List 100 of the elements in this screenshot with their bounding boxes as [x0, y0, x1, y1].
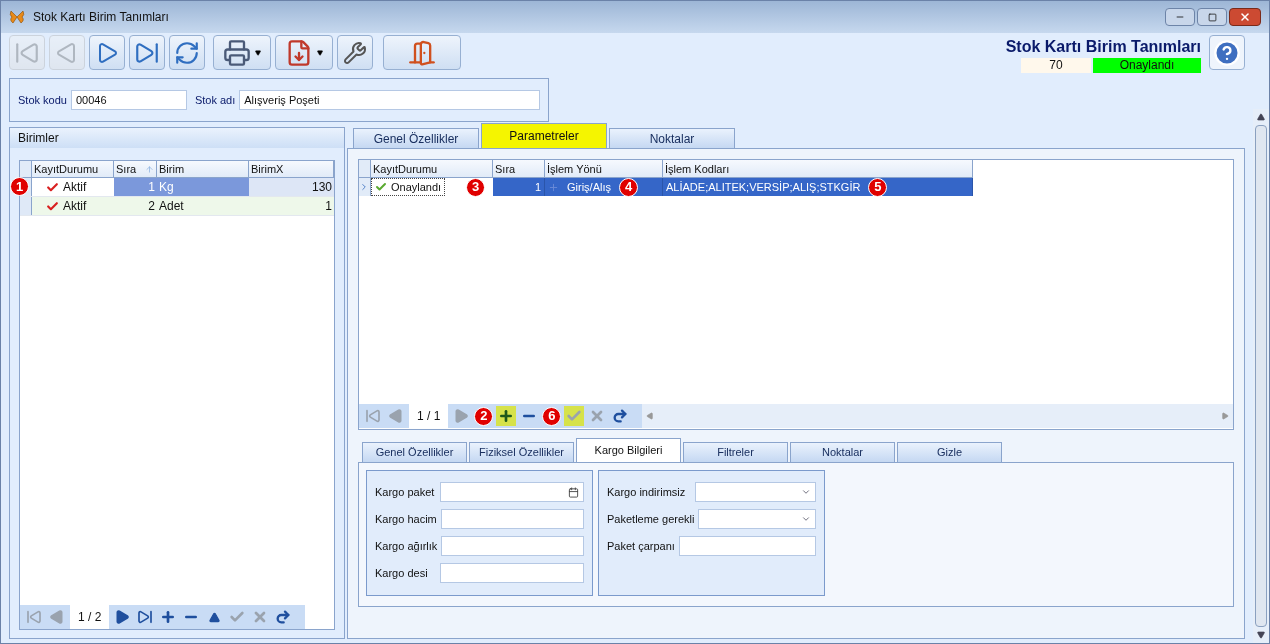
- column-header[interactable]: BirimX: [249, 161, 334, 177]
- table-cell-text: Giriş/Alış: [567, 179, 611, 195]
- table-cell-text: ALİADE;ALITEK;VERSİP;ALIŞ;STKGİR: [666, 179, 861, 195]
- printer-icon: [223, 38, 251, 67]
- tab[interactable]: Noktalar: [609, 128, 735, 148]
- check-icon: [46, 199, 59, 213]
- toolbar-button[interactable]: [129, 35, 165, 70]
- page-indicator: 1 / 2: [70, 605, 110, 629]
- scroll-down-icon: [1257, 631, 1265, 639]
- caret-icon: [317, 49, 323, 56]
- toolbar-button[interactable]: [275, 35, 333, 70]
- redo-icon: [612, 408, 629, 424]
- maximize-icon: [1207, 12, 1217, 22]
- input-field[interactable]: [440, 509, 584, 529]
- wrench-icon: [343, 40, 367, 65]
- tab[interactable]: Parametreler: [481, 123, 607, 148]
- toolbar-button[interactable]: [213, 35, 271, 70]
- field-label: Kargo desi: [375, 565, 428, 581]
- tab[interactable]: Fiziksel Özellikler: [469, 442, 574, 462]
- status-label: Onaylandı: [1093, 58, 1201, 73]
- table-cell-text: 1: [534, 179, 541, 195]
- field-label: Kargo hacim: [375, 511, 437, 527]
- column-header[interactable]: Sıra: [493, 160, 545, 178]
- scroll-right-icon: [1221, 412, 1229, 420]
- field-label: Stok kodu: [18, 92, 67, 108]
- tab[interactable]: Gizle: [897, 442, 1002, 462]
- dropdown-field[interactable]: [695, 482, 816, 502]
- first-icon: [365, 408, 381, 424]
- tab[interactable]: Noktalar: [790, 442, 895, 462]
- check-icon: [566, 408, 583, 424]
- navigator-button[interactable]: [496, 406, 517, 426]
- record-number: 70: [1021, 58, 1091, 73]
- input-field[interactable]: Alışveriş Poşeti: [239, 90, 540, 110]
- input-field[interactable]: 00046: [70, 90, 187, 110]
- field-label: Kargo ağırlık: [375, 538, 438, 554]
- check-icon: [229, 609, 246, 625]
- next-icon: [453, 408, 470, 424]
- up-icon: [208, 611, 220, 623]
- column-header[interactable]: KayıtDurumu: [371, 160, 493, 178]
- table-cell: Aktif: [32, 178, 114, 196]
- column-header[interactable]: İşlem Yönü: [545, 160, 663, 178]
- toolbar-button[interactable]: [337, 35, 373, 70]
- dropdown-field[interactable]: [698, 509, 816, 529]
- previous-icon: [388, 408, 404, 424]
- check-icon: [46, 180, 59, 194]
- tab[interactable]: Genel Özellikler: [353, 128, 479, 148]
- input-field[interactable]: [678, 536, 816, 556]
- previous-icon: [49, 609, 65, 625]
- grid-row[interactable]: Aktif 2 Adet 1: [20, 197, 334, 216]
- caret-icon: [801, 514, 811, 524]
- column-header[interactable]: Sıra: [114, 161, 157, 177]
- input-field[interactable]: [440, 563, 584, 583]
- tab[interactable]: Kargo Bilgileri: [576, 438, 681, 462]
- toolbar-button[interactable]: [169, 35, 205, 70]
- redo-icon: [275, 609, 292, 625]
- help-button[interactable]: [1209, 35, 1245, 70]
- tab[interactable]: Genel Özellikler: [362, 442, 467, 462]
- form-title: Stok Kartı Birim Tanımları: [1005, 38, 1201, 56]
- tab[interactable]: Filtreler: [683, 442, 788, 462]
- row-pointer-icon: [359, 182, 369, 192]
- check-icon: [375, 181, 387, 193]
- table-cell: Aktif: [32, 197, 114, 215]
- caret-icon: [801, 487, 811, 497]
- sort-icon: [145, 164, 154, 174]
- table-cell: Onaylandı: [371, 177, 446, 197]
- page-indicator: 1 / 1: [409, 404, 449, 428]
- scroll-left-icon: [646, 412, 655, 420]
- column-header[interactable]: Birim: [157, 161, 249, 177]
- close-icon: [1239, 11, 1251, 23]
- table-cell-text: 2: [147, 198, 156, 215]
- help-icon: [1213, 38, 1241, 67]
- minimize-button[interactable]: [1165, 8, 1195, 26]
- panel-header: Birimler: [10, 128, 344, 148]
- table-cell: 1: [114, 178, 157, 196]
- column-header[interactable]: KayıtDurumu: [32, 161, 114, 177]
- input-field[interactable]: [440, 482, 584, 502]
- calendar-icon: [568, 486, 579, 498]
- horizontal-scrollbar[interactable]: [642, 404, 1233, 428]
- input-field[interactable]: [441, 536, 584, 556]
- grid-row[interactable]: Onaylandı 3 1 Giriş/Alış 4 ALİADE;ALITEK;VERSİP;ALIŞ;STKGİR 5: [359, 178, 973, 196]
- callout-number: 2: [474, 406, 494, 426]
- field-label: Paket çarpanı: [607, 538, 675, 554]
- window-title: Stok Kartı Birim Tanımları: [33, 9, 169, 26]
- next-icon: [114, 609, 131, 625]
- last-icon: [137, 609, 154, 625]
- table-cell-text: Adet: [158, 198, 185, 215]
- close-button[interactable]: [1229, 8, 1261, 26]
- plus-icon: [498, 408, 515, 424]
- scroll-thumb[interactable]: [1255, 125, 1267, 627]
- toolbar-button[interactable]: [89, 35, 125, 70]
- table-cell: 130: [249, 178, 334, 196]
- refresh-icon: [174, 39, 200, 66]
- field-label: Kargo paket: [375, 484, 435, 500]
- butterfly-icon: [9, 10, 25, 24]
- table-cell-text: 1: [324, 198, 333, 215]
- column-header[interactable]: İşlem Kodları: [663, 160, 973, 178]
- plus-icon: [548, 181, 559, 193]
- vertical-scrollbar[interactable]: [1253, 109, 1269, 643]
- caret-icon: [255, 49, 261, 56]
- toolbar-button[interactable]: [383, 35, 461, 70]
